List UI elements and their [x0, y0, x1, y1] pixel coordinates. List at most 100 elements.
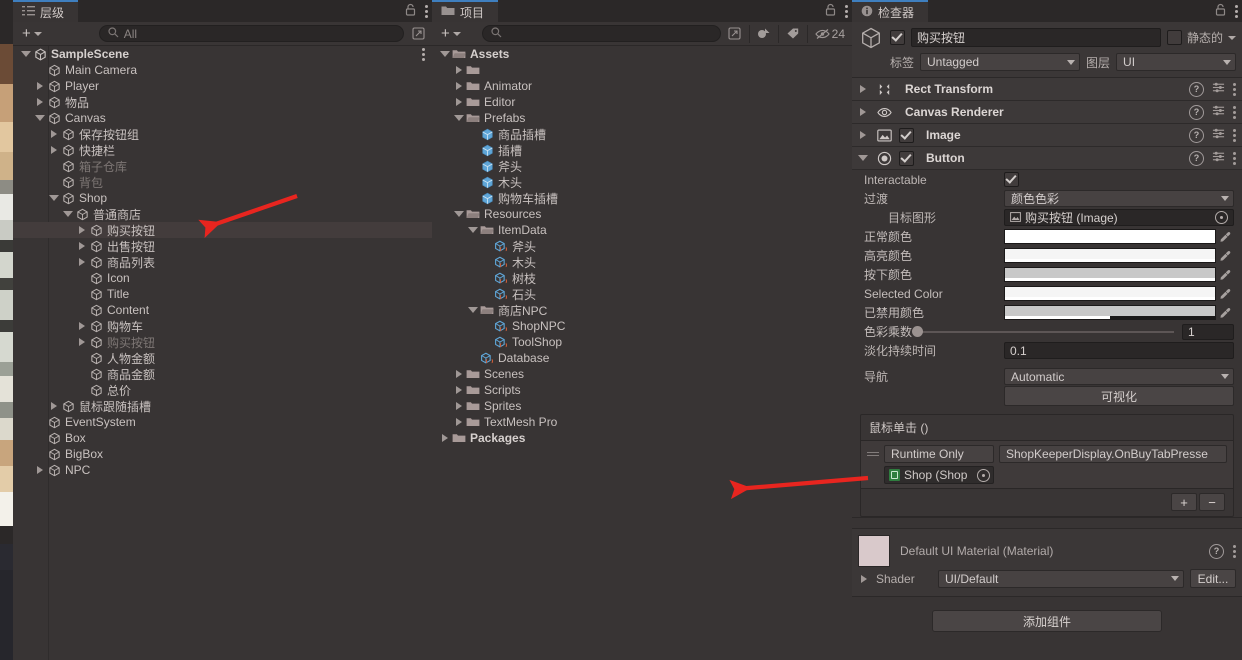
- project-row[interactable]: ItemData: [432, 222, 852, 238]
- project-row[interactable]: Editor: [432, 94, 852, 110]
- twisty-collapsed-icon[interactable]: [75, 238, 88, 254]
- lock-icon[interactable]: [405, 3, 416, 19]
- interactable-checkbox[interactable]: [1004, 172, 1019, 187]
- transition-dropdown[interactable]: 颜色色彩: [1004, 190, 1234, 207]
- twisty-collapsed-icon[interactable]: [452, 414, 465, 430]
- hierarchy-search-popout-icon[interactable]: [408, 25, 428, 43]
- twisty-collapsed-icon[interactable]: [33, 462, 46, 478]
- hierarchy-row[interactable]: 购买按钮: [13, 222, 432, 238]
- hierarchy-row[interactable]: 保存按钮组: [13, 126, 432, 142]
- project-row[interactable]: Resources: [432, 206, 852, 222]
- project-row[interactable]: Assets: [432, 46, 852, 62]
- hierarchy-row[interactable]: 鼠标跟随插槽: [13, 398, 432, 414]
- tab-inspector[interactable]: 检查器: [852, 0, 929, 22]
- project-row[interactable]: 石头: [432, 286, 852, 302]
- project-row[interactable]: Packages: [432, 430, 852, 446]
- eyedropper-icon[interactable]: [1216, 267, 1234, 282]
- twisty-collapsed-icon[interactable]: [75, 254, 88, 270]
- remove-event-button[interactable]: −: [1199, 493, 1225, 511]
- project-row[interactable]: 购物车插槽: [432, 190, 852, 206]
- twisty-collapsed-icon[interactable]: [452, 398, 465, 414]
- project-row[interactable]: Scripts: [432, 382, 852, 398]
- drag-handle-icon[interactable]: [867, 448, 879, 460]
- project-row[interactable]: Database: [432, 350, 852, 366]
- hierarchy-row[interactable]: Canvas: [13, 110, 432, 126]
- twisty-collapsed-icon[interactable]: [33, 78, 46, 94]
- gameobject-name-field[interactable]: 购买按钮: [911, 28, 1161, 47]
- twisty-collapsed-icon[interactable]: [452, 382, 465, 398]
- twisty-collapsed-icon[interactable]: [75, 334, 88, 350]
- object-picker-icon[interactable]: [977, 468, 990, 482]
- tag-dropdown[interactable]: Untagged: [920, 53, 1081, 71]
- gameobject-enabled-checkbox[interactable]: [890, 30, 905, 45]
- lock-icon[interactable]: [825, 3, 836, 19]
- filter-by-type-icon[interactable]: [754, 25, 774, 43]
- twisty-collapsed-icon[interactable]: [75, 222, 88, 238]
- tab-hierarchy[interactable]: 层级: [13, 0, 79, 22]
- project-add-button[interactable]: +: [436, 25, 466, 43]
- twisty-collapsed-icon[interactable]: [438, 430, 451, 446]
- twisty-expanded-icon[interactable]: [47, 190, 60, 206]
- hierarchy-row[interactable]: Shop: [13, 190, 432, 206]
- scene-row-menu-icon[interactable]: [422, 47, 432, 61]
- color-swatch[interactable]: [1004, 286, 1216, 301]
- object-picker-icon[interactable]: [1215, 211, 1228, 224]
- project-row[interactable]: 木头: [432, 174, 852, 190]
- onclick-runtime-dropdown[interactable]: Runtime Only: [884, 445, 994, 463]
- twisty-expanded-icon[interactable]: [19, 46, 32, 62]
- component-enabled-checkbox[interactable]: [899, 150, 914, 166]
- onclick-object-field[interactable]: Shop (Shop: [884, 466, 994, 484]
- twisty-expanded-icon[interactable]: [61, 206, 74, 222]
- project-row[interactable]: 商品插槽: [432, 126, 852, 142]
- static-toggle-group[interactable]: 静态的: [1166, 29, 1236, 46]
- lock-icon[interactable]: [1215, 3, 1226, 19]
- add-component-button[interactable]: 添加组件: [932, 610, 1162, 632]
- help-icon[interactable]: ?: [1189, 150, 1204, 166]
- twisty-collapsed-icon[interactable]: [47, 142, 60, 158]
- layer-dropdown[interactable]: UI: [1116, 53, 1236, 71]
- color-swatch[interactable]: [1004, 305, 1216, 320]
- project-search-popout-icon[interactable]: [725, 25, 745, 43]
- hierarchy-row[interactable]: 箱子仓库: [13, 158, 432, 174]
- twisty-collapsed-icon[interactable]: [856, 127, 869, 143]
- eyedropper-icon[interactable]: [1216, 286, 1234, 301]
- hierarchy-row[interactable]: 总价: [13, 382, 432, 398]
- hierarchy-tree[interactable]: SampleScene Main Camera Player 物品 Canvas 保存按钮…: [13, 46, 432, 660]
- color-swatch[interactable]: [1004, 248, 1216, 263]
- twisty-expanded-icon[interactable]: [856, 150, 869, 166]
- twisty-collapsed-icon[interactable]: [856, 81, 869, 97]
- material-menu-icon[interactable]: [1233, 544, 1236, 558]
- twisty-expanded-icon[interactable]: [466, 302, 479, 318]
- project-row[interactable]: Animator: [432, 78, 852, 94]
- hierarchy-row[interactable]: EventSystem: [13, 414, 432, 430]
- twisty-collapsed-icon[interactable]: [452, 62, 465, 78]
- project-row[interactable]: Sprites: [432, 398, 852, 414]
- twisty-collapsed-icon[interactable]: [75, 318, 88, 334]
- project-row[interactable]: 木头: [432, 254, 852, 270]
- color-swatch[interactable]: [1004, 229, 1216, 244]
- twisty-collapsed-icon[interactable]: [452, 78, 465, 94]
- twisty-collapsed-icon[interactable]: [452, 366, 465, 382]
- chevron-down-icon[interactable]: [1228, 35, 1236, 40]
- twisty-collapsed-icon[interactable]: [47, 126, 60, 142]
- hierarchy-row[interactable]: Box: [13, 430, 432, 446]
- help-icon[interactable]: ?: [1209, 543, 1224, 559]
- hierarchy-row[interactable]: NPC: [13, 462, 432, 478]
- hierarchy-row[interactable]: 普通商店: [13, 206, 432, 222]
- project-row[interactable]: ShopNPC: [432, 318, 852, 334]
- hierarchy-row[interactable]: 出售按钮: [13, 238, 432, 254]
- project-row[interactable]: 商店NPC: [432, 302, 852, 318]
- preset-icon[interactable]: [1212, 150, 1225, 166]
- hierarchy-row[interactable]: 购买按钮: [13, 334, 432, 350]
- visualize-button[interactable]: 可视化: [1004, 386, 1234, 406]
- project-row[interactable]: 斧头: [432, 238, 852, 254]
- twisty-expanded-icon[interactable]: [452, 110, 465, 126]
- component-menu-icon[interactable]: [1233, 82, 1236, 96]
- color-swatch[interactable]: [1004, 267, 1216, 282]
- static-checkbox[interactable]: [1166, 30, 1182, 45]
- hierarchy-row[interactable]: 商品金额: [13, 366, 432, 382]
- hierarchy-row[interactable]: Icon: [13, 270, 432, 286]
- filter-by-label-icon[interactable]: [783, 25, 803, 43]
- hierarchy-row[interactable]: 快捷栏: [13, 142, 432, 158]
- twisty-collapsed-icon[interactable]: [33, 94, 46, 110]
